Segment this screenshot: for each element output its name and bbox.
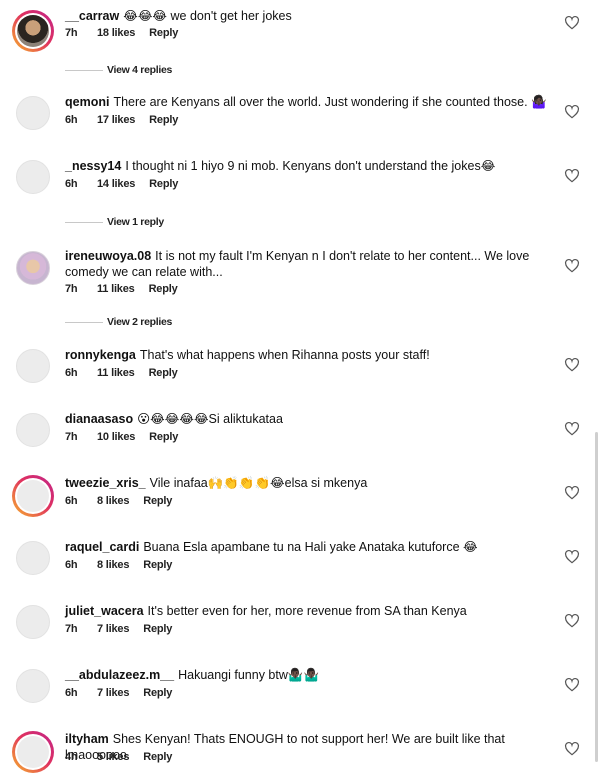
view-replies-label: View 1 reply	[107, 216, 164, 228]
heart-icon[interactable]	[564, 421, 580, 437]
view-replies-button[interactable]: View 1 reply	[65, 216, 164, 228]
comment-time: 4h	[65, 751, 78, 763]
comment-text: Hakuangi funny btw🤷🏿‍♂️🤷🏿‍♂️	[178, 668, 320, 682]
heart-icon[interactable]	[564, 741, 580, 757]
like-count[interactable]: 10 likes	[97, 431, 135, 443]
comment-text: That's what happens when Rihanna posts y…	[139, 348, 430, 362]
comment-time: 6h	[65, 114, 78, 126]
like-count[interactable]: 11 likes	[97, 367, 135, 379]
reply-button[interactable]: Reply	[143, 559, 172, 571]
avatar[interactable]	[16, 669, 50, 703]
avatar[interactable]	[16, 541, 50, 575]
reply-button[interactable]: Reply	[149, 367, 178, 379]
scrollbar[interactable]	[595, 432, 598, 762]
heart-icon[interactable]	[564, 677, 580, 693]
comment-username[interactable]: tweezie_xris_	[65, 476, 146, 490]
like-count[interactable]: 14 likes	[97, 178, 135, 190]
comment-text: Vile inafaa🙌👏👏👏😂elsa si mkenya	[149, 476, 368, 490]
comments-list: __carraw 😂😂😂 we don't get her jokes 7h 18…	[0, 0, 600, 779]
heart-icon[interactable]	[564, 15, 580, 31]
reply-button[interactable]: Reply	[149, 283, 178, 295]
comment-username[interactable]: dianaasaso	[65, 412, 133, 426]
like-count[interactable]: 8 likes	[97, 559, 129, 571]
avatar[interactable]	[16, 160, 50, 194]
avatar[interactable]	[16, 413, 50, 447]
like-count[interactable]: 8 likes	[97, 495, 129, 507]
comment-time: 7h	[65, 623, 78, 635]
reply-button[interactable]: Reply	[149, 178, 178, 190]
comment-username[interactable]: raquel_cardi	[65, 540, 139, 554]
like-count[interactable]: 17 likes	[97, 114, 135, 126]
view-replies-button[interactable]: View 4 replies	[65, 64, 172, 76]
comment-username[interactable]: ireneuwoya.08	[65, 249, 151, 263]
avatar[interactable]	[16, 349, 50, 383]
comment-time: 6h	[65, 559, 78, 571]
heart-icon[interactable]	[564, 258, 580, 274]
reply-button[interactable]: Reply	[143, 751, 172, 763]
avatar[interactable]	[12, 10, 54, 52]
comment-text: 😮😂😂😂😂Si aliktukataa	[137, 412, 283, 426]
comment-time: 7h	[65, 283, 78, 295]
comment-time: 6h	[65, 178, 78, 190]
comment-text: I thought ni 1 hiyo 9 ni mob. Kenyans do…	[125, 159, 496, 173]
view-replies-label: View 4 replies	[107, 64, 173, 76]
view-replies-button[interactable]: View 2 replies	[65, 316, 172, 328]
like-count[interactable]: 11 likes	[97, 283, 135, 295]
comment-username[interactable]: __abdulazeez.m__	[65, 668, 174, 682]
reply-button[interactable]: Reply	[149, 27, 178, 39]
like-count[interactable]: 18 likes	[97, 27, 135, 39]
comment-username[interactable]: ronnykenga	[65, 348, 136, 362]
comment-text: 😂😂😂 we don't get her jokes	[123, 9, 292, 23]
reply-button[interactable]: Reply	[143, 687, 172, 699]
like-count[interactable]: 7 likes	[97, 623, 129, 635]
comment-text: It's better even for her, more revenue f…	[147, 604, 467, 618]
comment-username[interactable]: qemoni	[65, 95, 109, 109]
comment-time: 6h	[65, 495, 78, 507]
comment-time: 7h	[65, 431, 78, 443]
avatar[interactable]	[12, 475, 54, 517]
comment-username[interactable]: _nessy14	[65, 159, 121, 173]
avatar[interactable]	[16, 605, 50, 639]
heart-icon[interactable]	[564, 168, 580, 184]
heart-icon[interactable]	[564, 357, 580, 373]
comment-time: 6h	[65, 687, 78, 699]
comment-text: There are Kenyans all over the world. Ju…	[113, 95, 547, 109]
heart-icon[interactable]	[564, 485, 580, 501]
like-count[interactable]: 7 likes	[97, 687, 129, 699]
reply-button[interactable]: Reply	[149, 114, 178, 126]
comment-username[interactable]: iltyham	[65, 732, 109, 746]
like-count[interactable]: 5 likes	[97, 751, 129, 763]
reply-button[interactable]: Reply	[143, 623, 172, 635]
reply-button[interactable]: Reply	[149, 431, 178, 443]
divider	[65, 221, 103, 223]
avatar[interactable]	[16, 96, 50, 130]
divider	[65, 69, 103, 71]
comment-username[interactable]: __carraw	[65, 9, 119, 23]
avatar[interactable]	[16, 251, 50, 285]
avatar[interactable]	[12, 731, 54, 773]
comment-time: 7h	[65, 27, 78, 39]
heart-icon[interactable]	[564, 104, 580, 120]
comment-text: Buana Esla apambane tu na Hali yake Anat…	[143, 540, 478, 554]
heart-icon[interactable]	[564, 613, 580, 629]
reply-button[interactable]: Reply	[143, 495, 172, 507]
divider	[65, 321, 103, 323]
comment-time: 6h	[65, 367, 78, 379]
heart-icon[interactable]	[564, 549, 580, 565]
view-replies-label: View 2 replies	[107, 316, 173, 328]
comment-username[interactable]: juliet_wacera	[65, 604, 144, 618]
